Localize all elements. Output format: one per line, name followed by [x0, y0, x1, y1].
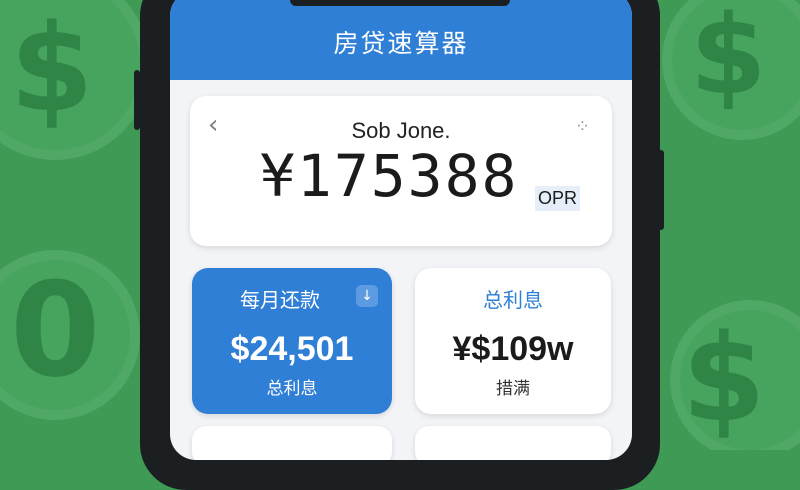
monthly-payment-tile[interactable]: 每月还款 ↓ $24,501 总利息	[192, 268, 392, 414]
tile-sublabel: 总利息	[266, 379, 318, 399]
dollar-icon: $	[10, 0, 94, 139]
summary-card: ‹ ⁘ Sob Jone. ¥175388 OPR	[190, 96, 612, 246]
app-header: 房贷速算器	[170, 0, 632, 80]
dollar-icon: $	[682, 310, 766, 449]
tile-value: ¥$109w	[452, 330, 574, 368]
next-card	[415, 426, 611, 460]
dollar-icon: $	[690, 0, 767, 119]
app-screen: 房贷速算器 ‹ ⁘ Sob Jone. ¥175388 OPR 每月还款 ↓ $…	[170, 0, 632, 460]
user-name: Sob Jone.	[351, 118, 451, 143]
zero-icon: 0	[10, 254, 101, 406]
loan-amount: ¥175388	[260, 142, 519, 210]
tile-value: $24,501	[230, 330, 354, 368]
next-card	[192, 426, 392, 460]
total-interest-tile[interactable]: 总利息 ¥$109w 措满	[415, 268, 611, 414]
amount-unit-label: OPR	[535, 186, 581, 211]
tile-label: 总利息	[483, 288, 543, 312]
download-arrow-icon[interactable]: ↓	[356, 285, 378, 307]
tile-sublabel: 措满	[496, 379, 530, 399]
app-title: 房贷速算器	[333, 29, 469, 58]
side-button	[134, 70, 140, 130]
phone-notch	[290, 0, 510, 6]
side-button	[658, 150, 664, 230]
